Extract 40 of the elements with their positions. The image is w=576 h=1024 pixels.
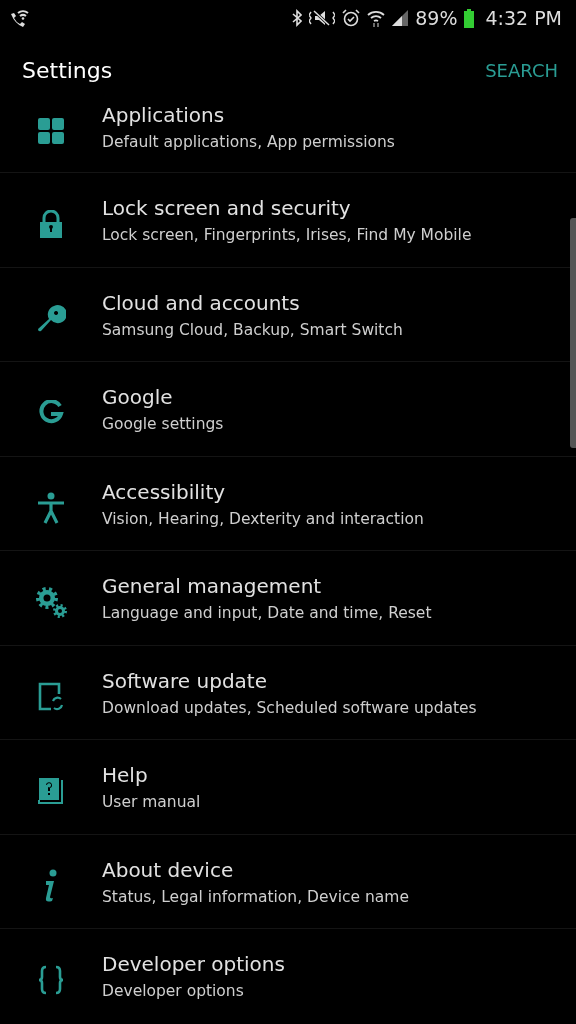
setting-description: Vision, Hearing, Dexterity and interaction [102,508,424,530]
signal-icon [392,10,409,26]
clock-time: 4:32 PM [485,7,562,29]
setting-description: Download updates, Scheduled software updates [102,697,477,719]
battery-percentage: 89% [415,7,458,29]
gears-icon [33,585,68,619]
wifi-icon [367,9,386,27]
setting-title[interactable]: General management [102,573,432,599]
setting-description: Language and input, Date and time, Reset [102,603,432,624]
alarm-icon [342,9,361,27]
battery-icon [464,8,475,28]
lock-icon [38,210,63,238]
setting-title[interactable]: Developer options [102,951,285,977]
key-icon [35,303,66,334]
bluetooth-icon [292,9,303,27]
setting-title[interactable]: Google [102,384,224,410]
setting-description: Lock screen, Fingerprints, Irises, Find My Mobile [102,225,472,246]
setting-description: Status, Legal information, Device name [102,886,409,908]
tablet-refresh-icon [36,680,65,713]
setting-description: Default applications, App permissions [102,132,395,153]
setting-title[interactable]: Accessibility [102,478,424,505]
setting-title[interactable]: About device [102,856,409,883]
accessibility-icon [36,491,65,524]
screen-title: Settings [22,58,113,83]
help-book-icon [36,776,65,806]
setting-description: Google settings [102,414,224,435]
setting-title[interactable]: Cloud and accounts [102,289,403,316]
search-button[interactable]: SEARCH [483,56,560,85]
setting-title[interactable]: Lock screen and security [102,195,472,221]
setting-title[interactable]: Software update [102,667,477,694]
setting-title[interactable]: Applications [102,102,395,128]
grid-icon [37,118,64,144]
setting-description: User manual [102,792,201,813]
setting-description: Developer options [102,981,245,1002]
scrollbar[interactable] [570,218,576,448]
setting-description: Samsung Cloud, Backup, Smart Switch [102,319,403,341]
wifi-calling-icon [8,8,30,28]
g-letter-icon [37,400,64,426]
setting-title[interactable]: Help [102,762,201,788]
mute-vibrate-icon [309,9,336,27]
